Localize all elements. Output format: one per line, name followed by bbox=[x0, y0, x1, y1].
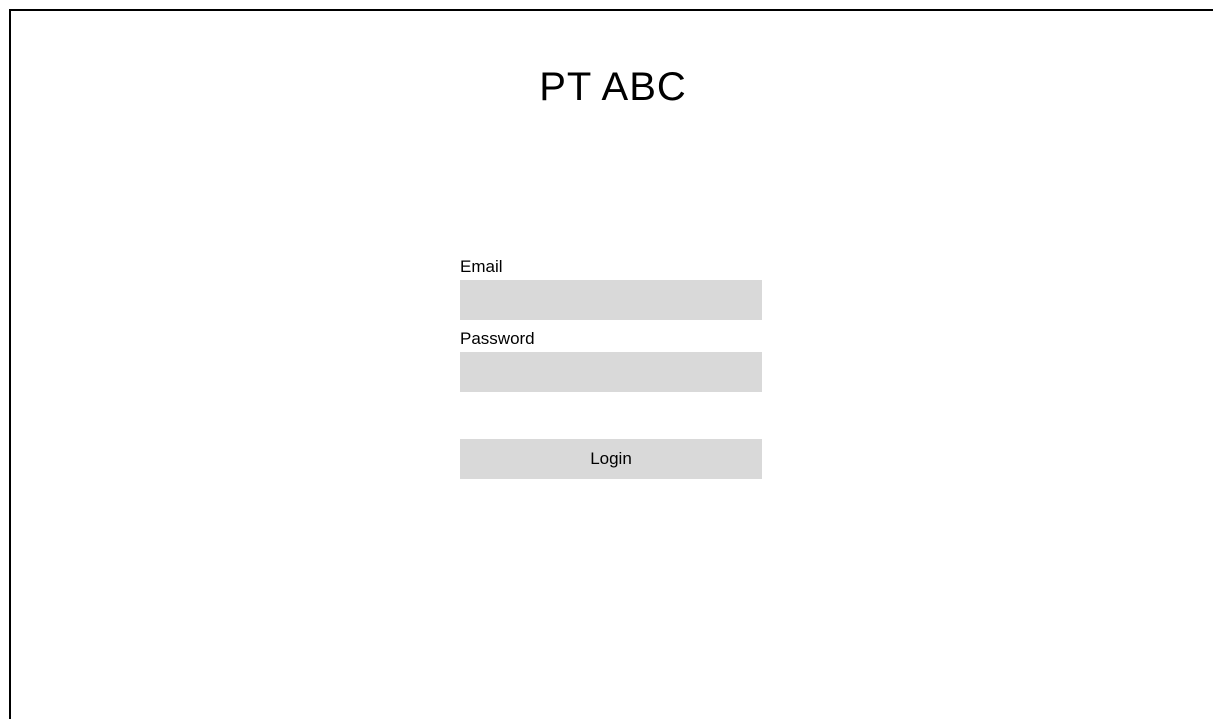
password-label: Password bbox=[460, 329, 535, 348]
password-field[interactable] bbox=[460, 352, 762, 392]
login-button[interactable]: Login bbox=[460, 439, 762, 479]
page-title: PT ABC bbox=[539, 65, 687, 109]
page-frame: PT ABC Email Password Login bbox=[9, 9, 1213, 719]
email-label: Email bbox=[460, 257, 503, 276]
email-field[interactable] bbox=[460, 280, 762, 320]
